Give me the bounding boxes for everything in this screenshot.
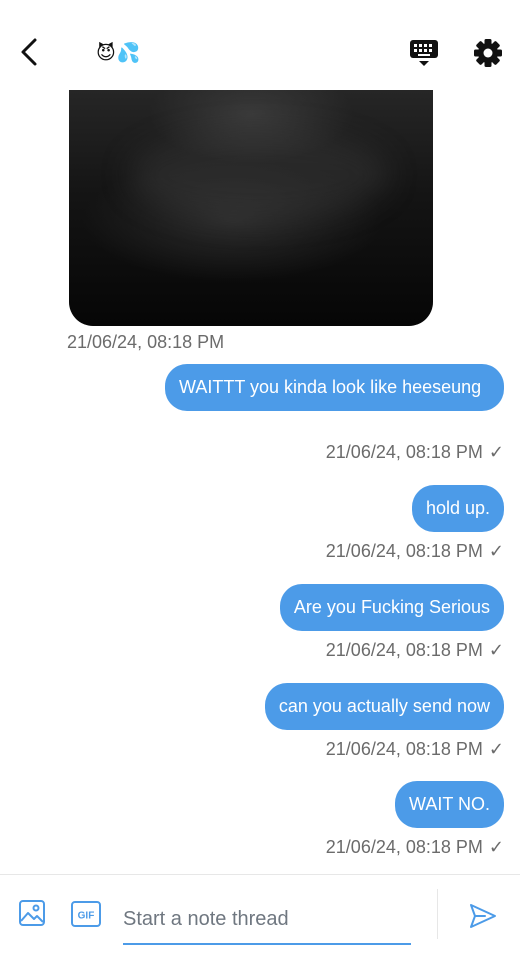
message-meta: 21/06/24, 08:18 PM ✓ [326,541,504,562]
back-button[interactable] [14,34,48,70]
composer-divider [437,889,438,939]
attach-image-button[interactable] [18,899,46,927]
message-timestamp: 21/06/24, 08:18 PM [325,739,483,759]
message-meta: 21/06/24, 08:18 PM ✓ [326,640,504,661]
sent-check-icon: ✓ [488,640,504,660]
message-timestamp: 21/06/24, 08:18 PM [325,541,483,561]
photo-attachment[interactable] [69,90,433,326]
photo-content [129,130,389,220]
image-icon [19,900,45,926]
message-bubble[interactable]: hold up. [411,485,504,532]
message-text: Are you Fucking Serious [293,597,490,617]
keyboard-icon [410,40,438,66]
sent-check-icon: ✓ [488,837,504,857]
note-thread-input[interactable] [123,895,411,945]
message-meta: 21/06/24, 08:18 PM ✓ [326,442,504,463]
message-meta: 21/06/24, 08:18 PM ✓ [326,739,504,760]
keyboard-button[interactable] [408,37,440,69]
message-timestamp: 21/06/24, 08:18 PM [325,837,483,857]
send-button[interactable] [468,901,498,931]
gif-icon: GIF [71,901,101,927]
chat-title[interactable]: 😈💦 [96,41,141,65]
sent-check-icon: ✓ [488,442,504,462]
sent-check-icon: ✓ [488,541,504,561]
attach-gif-button[interactable]: GIF [71,901,101,927]
sent-check-icon: ✓ [488,739,504,759]
message-text: can you actually send now [278,696,490,716]
message-composer: GIF [0,874,520,961]
gif-label: GIF [78,911,95,922]
chevron-left-icon [21,38,37,66]
message-bubble[interactable]: WAITTT you kinda look like heeseung [165,364,504,411]
message-timestamp: 21/06/24, 08:18 PM [325,640,483,660]
message-bubble[interactable]: can you actually send now [264,683,504,730]
message-bubble[interactable]: Are you Fucking Serious [279,584,504,631]
gear-icon [474,39,502,67]
message-text: WAITTT you kinda look like heeseung [179,377,482,397]
send-icon [470,904,496,928]
message-text: hold up. [425,498,490,518]
photo-timestamp: 21/06/24, 08:18 PM [67,332,225,352]
settings-button[interactable] [472,37,504,69]
message-timestamp: 21/06/24, 08:18 PM [325,442,483,462]
chat-header: 😈💦 [0,0,520,90]
message-text: WAIT NO. [409,794,490,814]
message-meta: 21/06/24, 08:18 PM ✓ [326,837,504,858]
message-bubble[interactable]: WAIT NO. [395,781,504,828]
